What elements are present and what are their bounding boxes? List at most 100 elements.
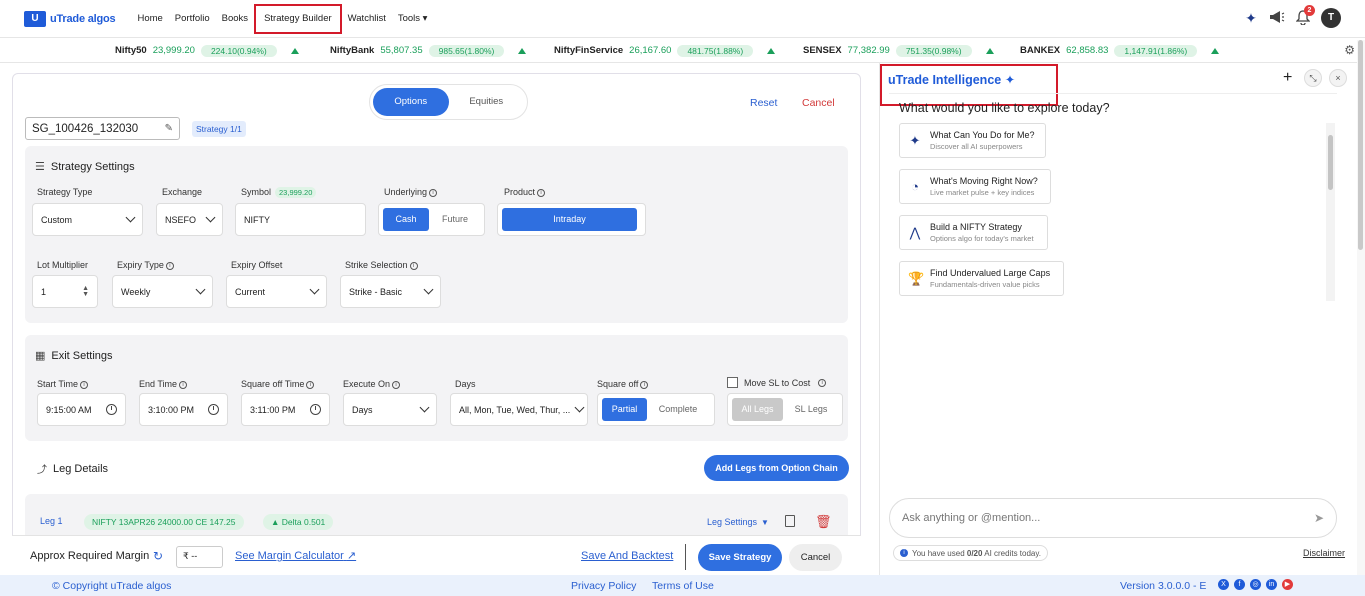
square-off-time-input[interactable]: 3:11:00 PM [241,393,330,426]
leg-label: Leg 1 [40,516,63,526]
info-icon[interactable]: i [165,261,174,270]
leg-settings-dropdown[interactable]: Leg Settings ▼ [707,517,769,527]
add-legs-from-option-chain-button[interactable]: Add Legs from Option Chain [704,455,849,481]
info-icon[interactable]: i [537,188,546,197]
clock-icon[interactable] [208,404,219,415]
save-and-backtest-link[interactable]: Save And Backtest [581,550,673,562]
nav-watchlist[interactable]: Watchlist [342,9,392,29]
info-icon[interactable]: i [409,261,418,270]
megaphone-icon[interactable] [1269,10,1285,26]
ticker-item[interactable]: SENSEX 77,382.99 751.35(0.98%) [803,44,994,57]
tab-options[interactable]: Options [373,88,449,116]
strategy-type-select[interactable]: Custom [32,203,143,236]
clock-icon[interactable] [106,404,117,415]
page-scrollbar-thumb[interactable] [1358,40,1363,250]
nav-portfolio[interactable]: Portfolio [169,9,216,29]
cancel-button[interactable]: Cancel [789,544,842,571]
page-scrollbar[interactable] [1357,40,1365,575]
underlying-future-option[interactable]: Future [431,208,479,231]
nav-books[interactable]: Books [216,9,254,29]
linkedin-icon[interactable]: in [1266,579,1277,590]
info-icon[interactable]: i [179,380,188,389]
ai-chat-input[interactable]: Ask anything or @mention... ➤ [889,498,1337,538]
days-select[interactable]: All, Mon, Tue, Wed, Thur, ... [450,393,588,426]
product-intraday-option[interactable]: Intraday [502,208,637,231]
new-chat-plus-icon[interactable]: + [1283,69,1292,87]
user-avatar[interactable]: T [1321,8,1341,28]
save-strategy-button[interactable]: Save Strategy [698,544,782,571]
facebook-icon[interactable]: f [1234,579,1245,590]
terms-of-use-link[interactable]: Terms of Use [652,580,714,592]
ai-suggestion-card[interactable]: 🏆 Find Undervalued Large Caps Fundamental… [899,261,1064,296]
card-subtitle: Fundamentals-driven value picks [930,280,1040,289]
ticker-item[interactable]: NiftyBank 55,807.35 985.65(1.80%) [330,44,527,57]
exchange-select[interactable]: NSEFO [156,203,223,236]
edit-pencil-icon[interactable]: ✎ [165,123,173,134]
footer: © Copyright uTrade algos Privacy Policy … [0,575,1365,596]
expiry-type-label-text: Expiry Type [117,260,164,270]
info-icon[interactable]: i [80,380,89,389]
privacy-policy-link[interactable]: Privacy Policy [571,580,636,592]
tab-equities[interactable]: Equities [449,88,525,116]
strike-selection-select[interactable]: Strike - Basic [340,275,441,308]
brand-logo[interactable]: U uTrade algos [24,10,116,27]
suggestions-scrollbar[interactable] [1326,123,1335,301]
expiry-type-select[interactable]: Weekly [112,275,213,308]
x-twitter-icon[interactable]: X [1218,579,1229,590]
info-icon: i [900,549,908,557]
close-icon[interactable]: × [1329,69,1347,87]
square-off-complete-option[interactable]: Complete [649,398,707,421]
clock-icon[interactable] [310,404,321,415]
logo-text: uTrade algos [50,12,116,25]
info-icon[interactable]: i [306,380,315,389]
square-off-partial-option[interactable]: Partial [602,398,647,421]
strategy-name-input[interactable]: SG_100426_132030 ✎ [25,117,180,140]
symbol-input[interactable]: NIFTY [235,203,366,236]
delete-icon[interactable]: 🗑 [815,514,832,530]
ai-sparkle-icon[interactable]: ✦ [1243,10,1259,26]
lot-multiplier-input[interactable]: 1 ▲ ▼ [32,275,98,308]
stepper-arrows-icon[interactable]: ▲ ▼ [82,285,89,298]
execute-on-select[interactable]: Days [343,393,437,426]
expiry-offset-select[interactable]: Current [226,275,327,308]
copy-icon[interactable] [785,515,795,527]
instagram-icon[interactable]: ◎ [1250,579,1261,590]
chevron-down-icon [125,212,136,223]
ticker-item[interactable]: BANKEX 62,858.83 1,147.91(1.86%) [1020,44,1220,57]
up-arrow-icon [518,47,527,54]
sl-legs-option[interactable]: SL Legs [785,398,837,421]
ai-assistant-panel: uTrade Intelligence ✦ + ⤡ × What would y… [879,63,1357,575]
info-icon[interactable]: i [429,188,438,197]
info-icon[interactable]: i [640,380,649,389]
reset-button[interactable]: Reset [750,97,777,109]
ai-suggestion-card[interactable]: ⋀ Build a NIFTY Strategy Options algo for… [899,215,1048,250]
margin-calculator-link[interactable]: See Margin Calculator ↗ [235,549,356,562]
end-time-value: 3:10:00 PM [148,404,195,415]
scrollbar-thumb[interactable] [1328,135,1333,190]
ai-suggestion-card[interactable]: ◔ What's Moving Right Now? Live market pu… [899,169,1051,204]
version-text: Version 3.0.0.0 - E [1120,580,1207,592]
info-icon[interactable]: i [818,378,827,387]
send-icon[interactable]: ➤ [1314,511,1324,525]
ticker-item[interactable]: Nifty50 23,999.20 224.10(0.94%) [115,44,299,57]
margin-calculator-text: See Margin Calculator [235,550,344,562]
all-legs-option[interactable]: All Legs [732,398,783,421]
refresh-icon[interactable]: ↻ [153,549,163,563]
underlying-cash-option[interactable]: Cash [383,208,429,231]
cancel-link[interactable]: Cancel [802,97,835,109]
info-icon[interactable]: i [392,380,401,389]
start-time-input[interactable]: 9:15:00 AM [37,393,126,426]
youtube-icon[interactable]: ▶ [1282,579,1293,590]
ai-suggestion-card[interactable]: ✦ What Can You Do for Me? Discover all AI… [899,123,1046,158]
nav-tools[interactable]: Tools ▾ [392,9,434,29]
gear-icon[interactable]: ⚙ [1344,43,1355,57]
move-sl-checkbox[interactable] [727,377,738,388]
end-time-input[interactable]: 3:10:00 PM [139,393,228,426]
disclaimer-link[interactable]: Disclaimer [1303,548,1345,558]
ticker-item[interactable]: NiftyFinService 26,167.60 481.75(1.88%) [554,44,776,57]
external-link-icon: ↗ [346,550,357,562]
notifications-icon[interactable]: 2 [1295,5,1315,26]
nav-home[interactable]: Home [131,9,168,29]
nav-strategy-builder[interactable]: Strategy Builder [254,3,342,34]
collapse-icon[interactable]: ⤡ [1304,69,1322,87]
